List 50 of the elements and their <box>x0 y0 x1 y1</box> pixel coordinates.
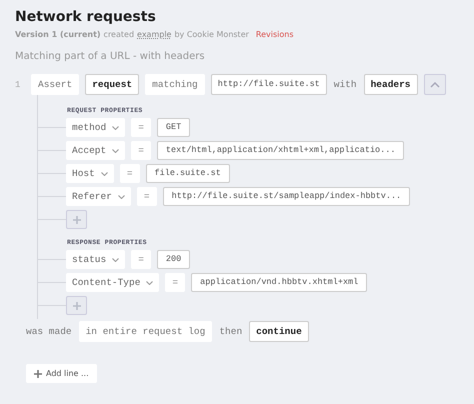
chevron-down-icon <box>100 172 108 176</box>
plus-icon <box>72 302 80 310</box>
operator-text[interactable]: = <box>131 118 151 137</box>
collapse-button[interactable] <box>424 74 446 95</box>
chevron-down-icon <box>112 258 120 262</box>
property-dropdown[interactable]: Accept <box>66 141 126 160</box>
keyword-text: with <box>332 78 358 92</box>
author-text: by Cookie Monster <box>174 30 249 39</box>
keyword-text: was made <box>25 325 73 339</box>
property-dropdown[interactable]: Referer <box>66 187 131 206</box>
line-number: 1 <box>15 80 22 90</box>
created-text: created <box>104 30 134 39</box>
add-property-button[interactable] <box>66 210 87 229</box>
property-dropdown[interactable]: status <box>66 250 126 269</box>
token-button[interactable]: Assert <box>31 74 80 95</box>
value-field[interactable]: 200 <box>156 250 190 269</box>
value-field[interactable]: application/vnd.hbbtv.xhtml+xml <box>191 273 368 292</box>
keyword-text: then <box>218 325 244 339</box>
operator-text[interactable]: = <box>131 141 151 160</box>
chevron-down-icon <box>146 280 154 284</box>
add-property-button[interactable] <box>66 296 87 315</box>
chevron-down-icon <box>118 194 125 198</box>
value-field[interactable]: text/html,application/xhtml+xml,applicatio... <box>156 141 404 160</box>
token-button[interactable]: request <box>85 74 140 95</box>
subtitle: Matching part of a URL - with headers <box>15 51 206 62</box>
chevron-down-icon <box>112 148 120 152</box>
page-title: Network requests <box>15 8 157 26</box>
property-dropdown[interactable]: Host <box>66 164 114 183</box>
token-button[interactable]: matching <box>145 74 205 95</box>
example-link[interactable]: example <box>137 30 172 39</box>
value-field[interactable]: file.suite.st <box>146 164 230 183</box>
version-text: Version 1 (current) <box>15 30 101 39</box>
chevron-up-icon <box>430 82 440 88</box>
token-button[interactable]: headers <box>364 74 418 95</box>
chevron-down-icon <box>112 126 120 130</box>
value-field[interactable]: http://file.suite.st/sampleapp/index-hbbtv... <box>162 187 410 206</box>
property-dropdown[interactable]: Content-Type <box>66 273 160 292</box>
token-button[interactable]: in entire request log <box>78 321 212 342</box>
plus-icon <box>34 370 42 378</box>
operator-text[interactable]: = <box>136 187 157 206</box>
plus-icon <box>72 216 80 224</box>
operator-text[interactable]: = <box>120 164 140 183</box>
revisions-link[interactable]: Revisions <box>256 30 294 39</box>
url-field[interactable]: http://file.suite.st <box>210 74 327 95</box>
operator-text[interactable]: = <box>131 250 151 269</box>
add-line-button[interactable]: Add line ... <box>26 364 97 383</box>
token-button[interactable]: continue <box>249 321 309 342</box>
property-dropdown[interactable]: method <box>66 118 126 137</box>
operator-text[interactable]: = <box>165 273 186 292</box>
value-field[interactable]: GET <box>156 118 190 137</box>
